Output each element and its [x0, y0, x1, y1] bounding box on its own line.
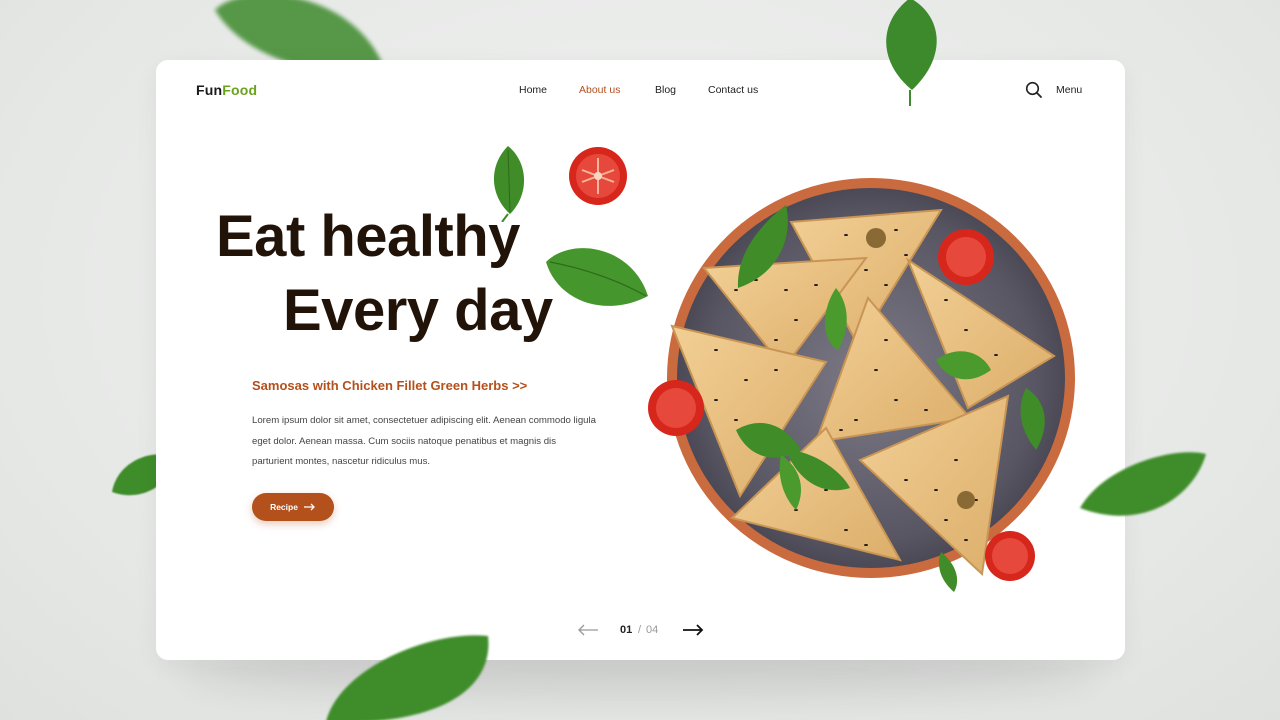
pagination: 01 / 04: [576, 620, 706, 640]
basil-leaf-decoration: [326, 635, 489, 720]
brand-logo-part1: Fun: [196, 82, 223, 98]
recipe-button[interactable]: Recipe: [252, 493, 334, 521]
arrow-left-icon[interactable]: [576, 622, 600, 638]
basil-leaf-decoration: [1080, 452, 1206, 516]
basil-leaf-decoration: [493, 146, 525, 222]
hero-title-line2: Every day: [283, 278, 553, 343]
pagination-total: 04: [646, 624, 659, 636]
arrow-right-icon: [303, 503, 315, 511]
hero-title-line1: Eat healthy: [216, 204, 520, 269]
recipe-subtitle-link[interactable]: Samosas with Chicken Fillet Green Herbs …: [252, 378, 527, 393]
nav-about-us[interactable]: About us: [579, 84, 620, 96]
recipe-button-label: Recipe: [270, 502, 298, 512]
nav-home[interactable]: Home: [519, 84, 547, 96]
nav-contact-us[interactable]: Contact us: [708, 84, 758, 96]
tomato-decoration: [569, 147, 627, 205]
nav-blog[interactable]: Blog: [655, 84, 676, 96]
basil-leaf-decoration: [886, 0, 937, 106]
arrow-right-icon[interactable]: [681, 622, 705, 638]
brand-logo-part2: Food: [222, 82, 258, 98]
samosa-plate-image: [648, 178, 1075, 592]
pagination-current: 01: [620, 624, 633, 636]
menu-button[interactable]: Menu: [1056, 84, 1082, 96]
page-card: FunFood Home About us Blog Contact us Me…: [156, 60, 1125, 660]
brand-logo[interactable]: FunFood: [196, 82, 257, 98]
pagination-separator: /: [638, 624, 642, 636]
search-icon[interactable]: [1025, 81, 1043, 99]
hero-description: Lorem ipsum dolor sit amet, consectetuer…: [252, 415, 596, 467]
